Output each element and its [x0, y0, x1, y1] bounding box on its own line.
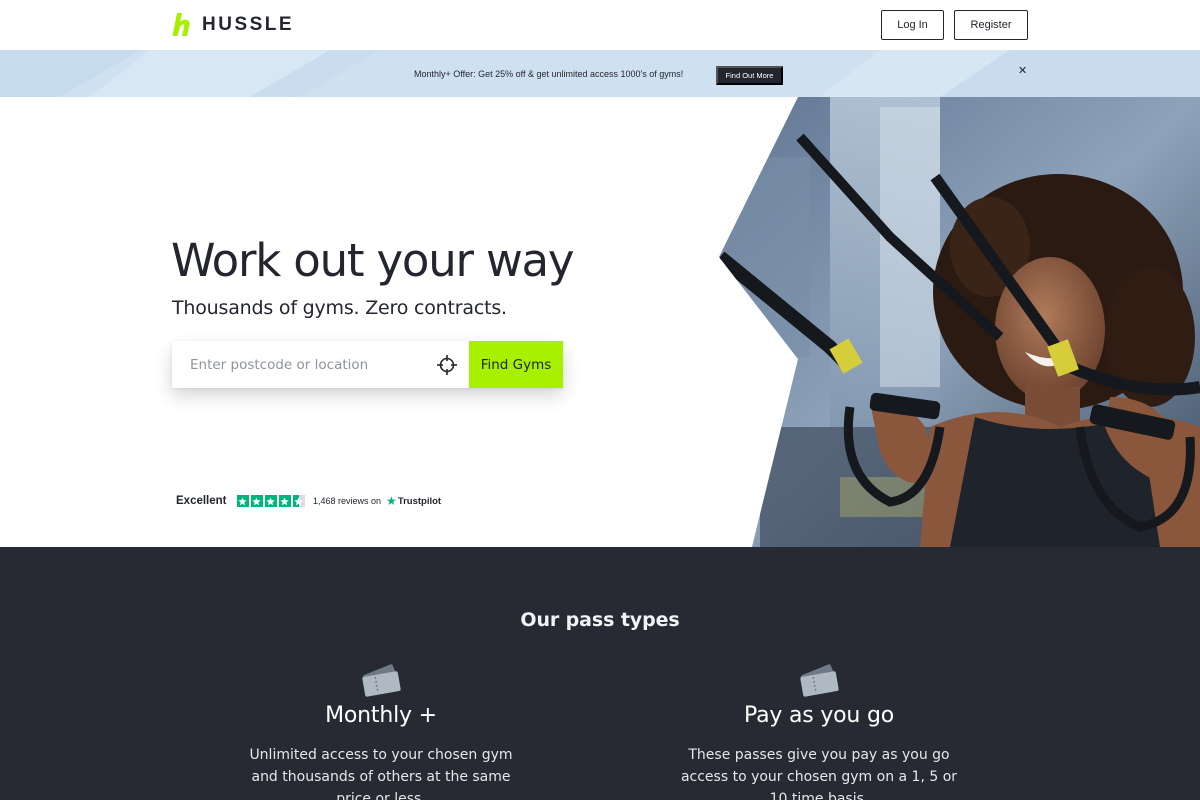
hussle-logo[interactable]: HUSSLE	[172, 11, 294, 38]
ticket-icon	[362, 664, 401, 697]
close-icon[interactable]: ✕	[1018, 64, 1027, 77]
find-gyms-button[interactable]: Find Gyms	[469, 341, 563, 388]
star-icon	[264, 494, 277, 508]
trustpilot-stars	[236, 494, 305, 508]
star-icon	[236, 494, 249, 508]
ticket-icon	[800, 664, 839, 697]
register-button[interactable]: Register	[954, 10, 1028, 40]
find-out-more-button[interactable]: Find Out More	[716, 66, 783, 85]
hussle-logo-icon	[172, 13, 190, 36]
hero-photo	[719, 97, 1200, 547]
hero-title: Work out your way	[171, 234, 575, 287]
pass-card-pay-as-you-go[interactable]: Pay as you go These passes give you pay …	[669, 659, 969, 800]
location-search-input[interactable]	[172, 341, 468, 388]
pass-card-monthly[interactable]: Monthly + Unlimited access to your chose…	[231, 659, 531, 800]
pass-description: Unlimited access to your chosen gym and …	[249, 747, 513, 800]
promo-banner: Monthly+ Offer: Get 25% off & get unlimi…	[0, 50, 1200, 97]
pass-description: These passes give you pay as you go acce…	[680, 747, 958, 800]
pass-types-section: Our pass types Monthly + Unlimited acces…	[0, 547, 1200, 800]
half-star-icon	[292, 494, 305, 508]
hero-section: Work out your way Thousands of gyms. Zer…	[0, 97, 1200, 547]
trustpilot-widget[interactable]: Excellent 1,468 reviews on ★ Trustpilot	[176, 494, 441, 508]
pass-types-title: Our pass types	[520, 609, 680, 631]
hero-subtitle: Thousands of gyms. Zero contracts.	[172, 297, 507, 319]
trustpilot-review-count: 1,468 reviews on	[313, 496, 382, 506]
star-icon	[250, 494, 263, 508]
banner-offer-text: Monthly+ Offer: Get 25% off & get unlimi…	[414, 69, 684, 79]
pass-name: Monthly +	[325, 703, 437, 728]
login-button[interactable]: Log In	[881, 10, 944, 40]
crosshair-icon[interactable]	[436, 354, 458, 376]
trustpilot-star-icon: ★	[386, 494, 397, 508]
trustpilot-brand: Trustpilot	[397, 495, 442, 507]
trustpilot-rating-word: Excellent	[176, 495, 227, 507]
pass-name: Pay as you go	[744, 703, 894, 728]
brand-name: HUSSLE	[202, 13, 295, 35]
star-icon	[278, 494, 291, 508]
gym-search-bar: Find Gyms	[172, 341, 563, 388]
site-header: HUSSLE Log In Register	[0, 0, 1200, 50]
